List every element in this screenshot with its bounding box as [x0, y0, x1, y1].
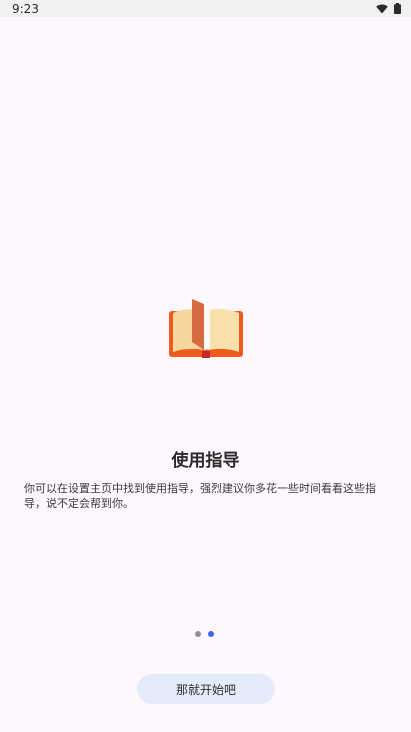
- start-button[interactable]: 那就开始吧: [137, 674, 275, 704]
- page-indicator-dot-2-active: [208, 631, 214, 637]
- battery-icon: [394, 3, 401, 14]
- status-time: 9:23: [12, 1, 39, 16]
- page-indicator: [195, 631, 214, 637]
- wifi-icon: [376, 4, 388, 13]
- onboarding-description: 你可以在设置主页中找到使用指导，强烈建议你多花一些时间看看这些指导，说不定会帮到…: [24, 482, 376, 510]
- open-book-icon: [169, 297, 243, 358]
- onboarding-title: 使用指导: [171, 451, 240, 471]
- status-icons: [376, 3, 401, 14]
- page-indicator-dot-1: [195, 631, 201, 637]
- status-bar: 9:23: [0, 0, 411, 17]
